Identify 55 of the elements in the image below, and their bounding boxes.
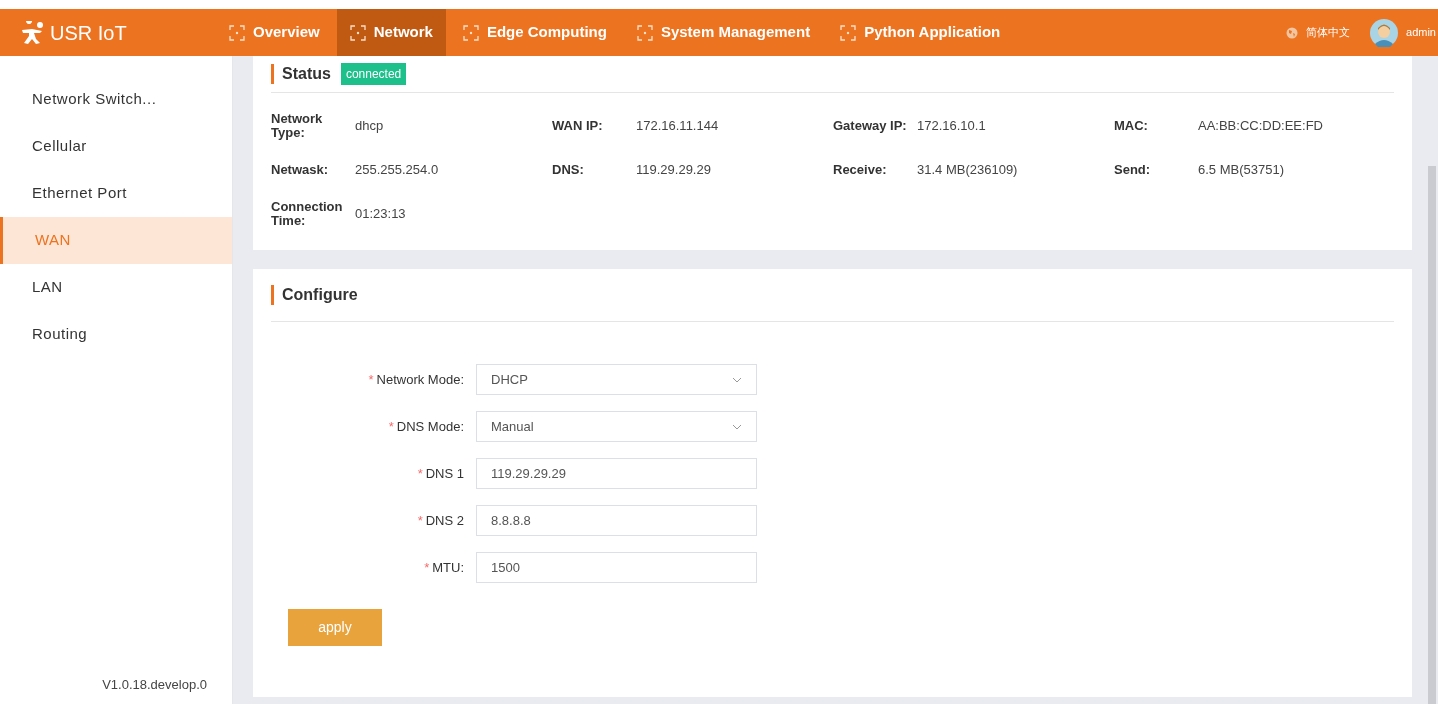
- logo-icon: [20, 20, 46, 45]
- focus-icon: [462, 24, 479, 41]
- form-label: Network Mode:: [376, 370, 464, 389]
- chevron-down-icon: [732, 376, 742, 383]
- version-text: V1.0.18.develop.0: [102, 675, 207, 694]
- field-label: MAC:: [1114, 119, 1149, 133]
- sidebar-item[interactable]: LAN: [0, 264, 232, 311]
- field-value: dhcp: [355, 117, 384, 136]
- form-label: DNS Mode:: [396, 417, 464, 436]
- chevron-down-icon: [732, 423, 742, 430]
- dropdown[interactable]: DHCP: [476, 364, 757, 395]
- field-value: 172.16.10.1: [917, 117, 986, 136]
- field-label: Netwask:: [271, 163, 330, 177]
- required-mark: *: [417, 511, 423, 530]
- focus-icon: [349, 24, 366, 41]
- form-label: MTU:: [432, 558, 464, 577]
- status-badge: connected: [340, 63, 407, 85]
- nav-tab[interactable]: Network: [336, 9, 446, 56]
- input-field[interactable]: 1500: [476, 552, 757, 583]
- form-label: DNS 1: [425, 464, 464, 483]
- field-value: 172.16.11.144: [636, 117, 719, 136]
- field-label: WAN IP:: [552, 119, 604, 133]
- sidebar-item[interactable]: Routing: [0, 311, 232, 358]
- sidebar-item[interactable]: Cellular: [0, 123, 232, 170]
- field-label: DNS:: [552, 163, 585, 177]
- logo-text: USR IoT: [50, 20, 127, 46]
- required-mark: *: [417, 464, 423, 483]
- focus-icon: [229, 24, 245, 41]
- field-label: Connection Time:: [271, 200, 344, 228]
- sidebar-item[interactable]: Ethernet Port: [0, 170, 232, 217]
- required-mark: *: [388, 417, 394, 436]
- dropdown[interactable]: Manual: [476, 411, 757, 442]
- section-title: Status: [271, 64, 331, 84]
- focus-icon: [636, 24, 653, 41]
- sidebar-item[interactable]: Network Switch...: [0, 76, 232, 123]
- required-mark: *: [424, 558, 430, 577]
- field-value: 6.5 MB(53751): [1198, 161, 1284, 180]
- section-title: Configure: [271, 285, 358, 305]
- field-value: 119.29.29.29: [636, 161, 711, 180]
- field-value: 31.4 MB(236109): [917, 161, 1018, 180]
- field-label: Send:: [1114, 163, 1152, 177]
- field-label: Gateway IP:: [833, 119, 908, 133]
- field-value: 01:23:13: [355, 205, 406, 224]
- avatar-icon[interactable]: [1370, 18, 1399, 47]
- language-label: 简体中文: [1306, 25, 1351, 41]
- field-value: AA:BB:CC:DD:EE:FD: [1198, 117, 1323, 136]
- field-value: 255.255.254.0: [355, 161, 439, 180]
- field-label: Network Type:: [271, 112, 324, 140]
- globe-icon: [1286, 26, 1299, 39]
- input-field[interactable]: 8.8.8.8: [476, 505, 757, 536]
- required-mark: *: [368, 370, 374, 389]
- field-label: Receive:: [833, 163, 888, 177]
- input-field[interactable]: 119.29.29.29: [476, 458, 757, 489]
- focus-icon: [840, 24, 857, 41]
- form-label: DNS 2: [425, 511, 464, 530]
